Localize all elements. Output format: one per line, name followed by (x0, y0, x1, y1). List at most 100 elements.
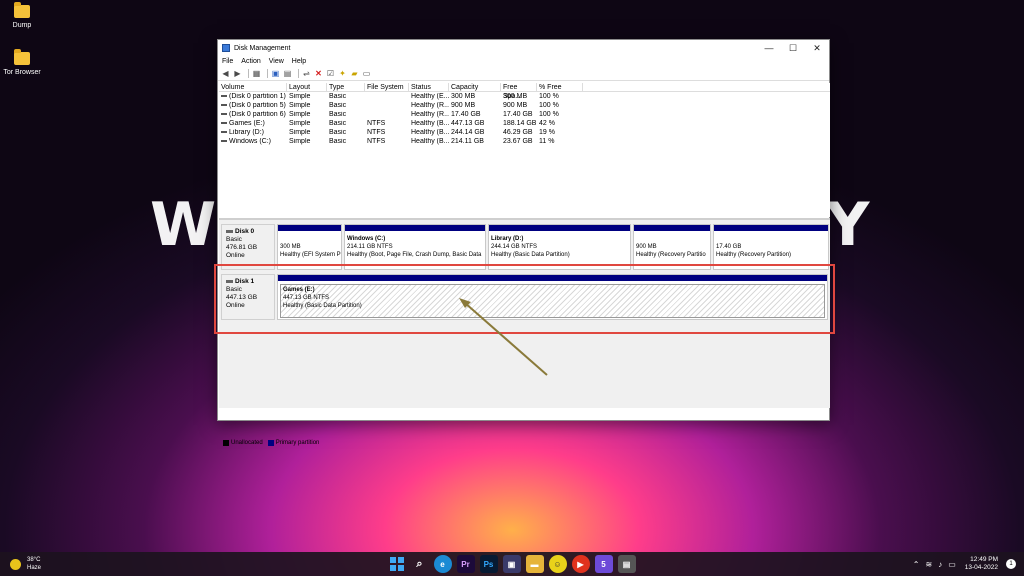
battery-icon[interactable]: ▭ (948, 560, 956, 569)
table-row[interactable]: Games (E:) Simple Basic NTFS Healthy (B... 44… (219, 119, 830, 128)
partition-size: 900 MB (636, 244, 657, 250)
clock[interactable]: 12:49 PM 13-04-2022 (965, 556, 998, 572)
photoshop-icon[interactable]: Ps (479, 555, 498, 573)
menu-help[interactable]: Help (292, 58, 306, 65)
annotation-arrow (459, 298, 548, 376)
console-tree-icon[interactable]: ▦ (252, 69, 261, 78)
folder-icon (14, 2, 30, 18)
html5-icon[interactable]: 5 (594, 555, 613, 573)
edge-icon[interactable]: e (433, 555, 452, 573)
desktop-icon-dump[interactable]: Dump (0, 2, 44, 29)
desktop-icon-tor-browser[interactable]: Tor Browser (0, 49, 44, 76)
disk-icon (226, 229, 233, 233)
toolbar-separator (267, 69, 268, 78)
help-icon[interactable]: ▣ (271, 69, 280, 78)
disk-size: 447.13 GB (226, 294, 258, 301)
menu-view[interactable]: View (269, 58, 284, 65)
table-row[interactable]: (Disk 0 partition 6) Simple Basic Healthy (… (219, 110, 830, 119)
partition-efi[interactable]: 300 MB Healthy (EFI System P (277, 224, 342, 270)
title-bar[interactable]: Disk Management — ☐ ✕ (218, 40, 829, 56)
partition-status: Healthy (EFI System P (280, 252, 341, 258)
partition-recovery-2[interactable]: 17.40 GB Healthy (Recovery Partition) (713, 224, 829, 270)
weather-widget[interactable]: 38°C Haze (10, 556, 41, 572)
table-row[interactable]: Windows (C:) Simple Basic NTFS Healthy (B...… (219, 137, 830, 146)
window-title: Disk Management (234, 44, 291, 52)
notification-badge[interactable]: 1 (1006, 559, 1016, 569)
column-header[interactable]: Status (409, 82, 449, 92)
table-cell: 300 MB (503, 93, 528, 100)
date: 13-04-2022 (964, 564, 998, 571)
disk-status: Online (226, 302, 245, 309)
legend-unallocated: Unallocated (231, 440, 263, 446)
table-row[interactable]: (Disk 0 partition 5) Simple Basic Healthy (… (219, 101, 830, 110)
column-header[interactable]: % Free (537, 82, 583, 92)
properties-icon[interactable]: ▤ (283, 69, 292, 78)
disk-0-label[interactable]: Disk 0 Basic 476.81 GB Online (221, 224, 275, 270)
view-icon[interactable]: ▭ (362, 69, 371, 78)
partition-size: 17.40 GB (716, 244, 742, 250)
forward-icon[interactable]: ▶ (233, 69, 242, 78)
table-cell: Healthy (R... (411, 111, 449, 118)
partition-library-d[interactable]: Library (D:) 244.14 GB NTFS Healthy (Bas… (488, 224, 631, 270)
time: 12:49 PM (970, 556, 998, 563)
column-header[interactable]: Free Spa... (501, 82, 537, 100)
toolbar-separator (298, 69, 299, 78)
table-cell: Healthy (B... (411, 138, 449, 145)
disk-name: Disk 0 (235, 228, 255, 235)
taskbar-apps: ⌕ e Pr Ps ▣ ▬ ☺ ▶ 5 ▤ (385, 555, 638, 573)
column-header[interactable]: File System (365, 82, 409, 92)
partition-status: Healthy (Recovery Partitio (636, 252, 706, 258)
table-cell: 23.67 GB (503, 138, 533, 145)
windows-start-icon[interactable] (388, 555, 406, 573)
table-cell: 900 MB (503, 102, 528, 109)
minimize-button[interactable]: — (757, 40, 781, 56)
table-row[interactable]: Library (D:) Simple Basic NTFS Healthy (B...… (219, 128, 830, 137)
emoji-app-icon[interactable]: ☺ (548, 555, 567, 573)
partition-recovery-1[interactable]: 900 MB Healthy (Recovery Partitio (633, 224, 711, 270)
volume-cell: (Disk 0 partition 6) (219, 111, 287, 118)
disk-management-icon (222, 44, 230, 52)
new-volume-icon[interactable]: ✦ (338, 69, 347, 78)
volume-cell: (Disk 0 partition 5) (219, 102, 287, 109)
maximize-button[interactable]: ☐ (781, 40, 805, 56)
disk-management-taskbar-icon[interactable]: ▤ (617, 555, 636, 573)
volume-cell: Games (E:) (219, 120, 287, 127)
close-button[interactable]: ✕ (805, 40, 829, 56)
delete-icon[interactable]: ✕ (314, 69, 323, 78)
chevron-up-icon[interactable]: ⌃ (913, 560, 920, 569)
table-row[interactable]: (Disk 0 partition 1) Simple Basic Healthy (… (219, 92, 830, 101)
partition-name: Library (D:) (491, 236, 524, 242)
partition-windows-c[interactable]: Windows (C:) 214.11 GB NTFS Healthy (Boo… (344, 224, 486, 270)
weather-temp: 38°C (27, 557, 41, 563)
column-header[interactable]: Capacity (449, 82, 501, 92)
partition-size: 300 MB (280, 244, 301, 250)
wifi-icon[interactable]: ≋ (925, 560, 932, 569)
column-header[interactable]: Volume (219, 82, 287, 92)
table-cell: Basic (329, 129, 347, 136)
volume-icon (221, 122, 227, 125)
table-cell: Basic (329, 102, 347, 109)
table-cell: Basic (329, 138, 347, 145)
desktop-icon-label: Dump (12, 22, 32, 29)
check-icon[interactable]: ☑ (326, 69, 335, 78)
column-header[interactable]: Layout (287, 82, 327, 92)
search-icon[interactable]: ⌕ (411, 555, 429, 573)
volume-icon[interactable]: ♪ (938, 560, 942, 569)
premiere-pro-icon[interactable]: Pr (456, 555, 475, 573)
connect-icon[interactable]: ⇌ (302, 69, 311, 78)
disk-1-label[interactable]: Disk 1 Basic 447.13 GB Online (221, 274, 275, 320)
media-player-icon[interactable]: ▶ (571, 555, 590, 573)
toolbar: ◀ ▶ ▦ ▣ ▤ ⇌ ✕ ☑ ✦ ▰ ▭ (218, 67, 829, 81)
app-window-icon[interactable]: ▣ (502, 555, 521, 573)
table-cell: Healthy (E... (411, 93, 449, 100)
menu-file[interactable]: File (222, 58, 233, 65)
menu-action[interactable]: Action (241, 58, 260, 65)
table-cell: Simple (289, 129, 311, 136)
column-header[interactable]: Type (327, 82, 365, 92)
table-cell: 300 MB (451, 93, 476, 100)
unallocated-swatch (223, 440, 229, 446)
back-icon[interactable]: ◀ (221, 69, 230, 78)
folder-open-icon[interactable]: ▰ (350, 69, 359, 78)
file-explorer-icon[interactable]: ▬ (525, 555, 544, 573)
taskbar: 38°C Haze ⌕ e Pr Ps ▣ ▬ ☺ ▶ 5 ▤ ⌃ ≋ ♪ ▭ … (0, 552, 1024, 576)
